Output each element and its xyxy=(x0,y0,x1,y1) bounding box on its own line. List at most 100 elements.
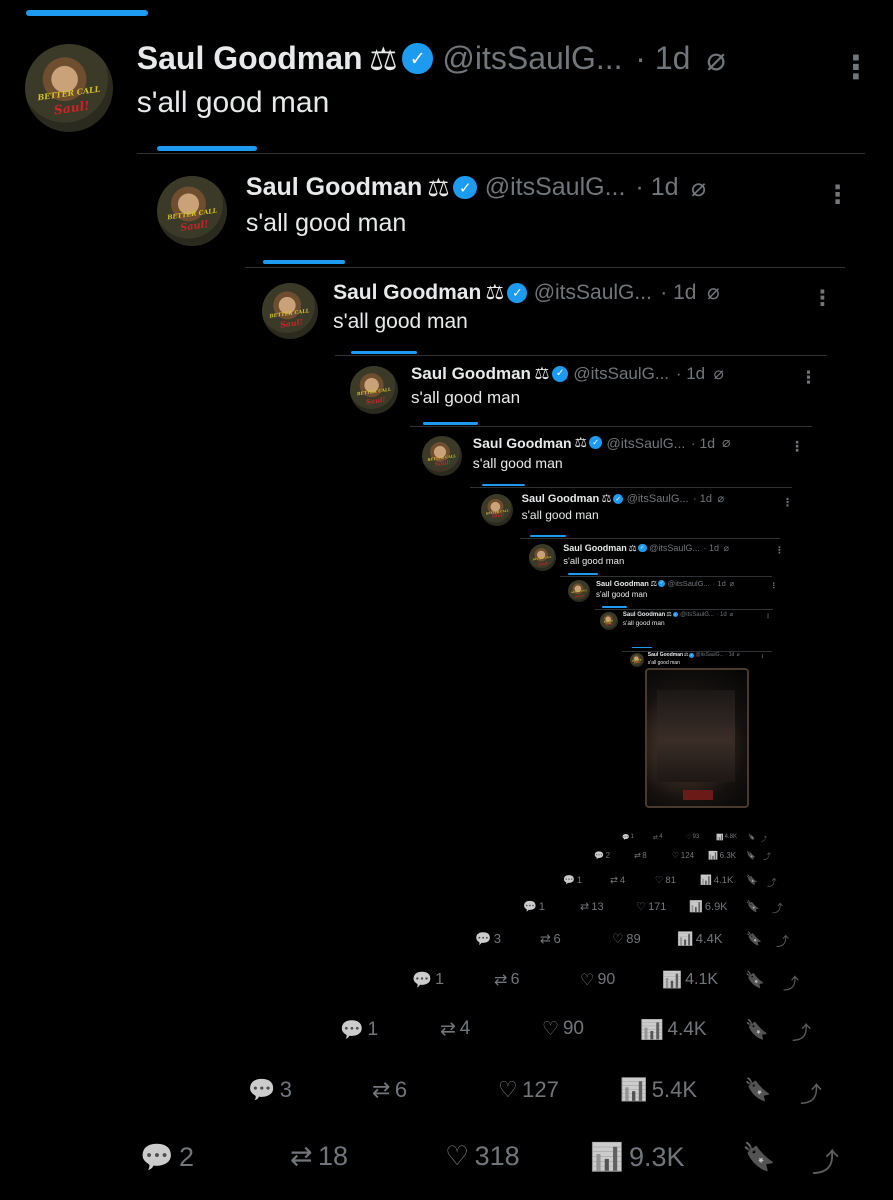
share-button[interactable]: ⤴ xyxy=(772,900,785,916)
grok-icon[interactable]: ⌀ xyxy=(724,543,729,554)
timestamp[interactable]: · 1d xyxy=(635,40,690,77)
timestamp[interactable]: · 1d xyxy=(660,281,696,305)
bookmark-button[interactable]: 🔖 xyxy=(745,1018,772,1042)
tweet[interactable]: BETTER CALL Saul! Saul Goodman ⚖ ✓ @itsSaulG.… xyxy=(262,281,720,339)
grok-icon[interactable]: ⌀ xyxy=(706,40,725,78)
like-button[interactable]: ♡ 124 xyxy=(672,851,694,860)
tweet[interactable]: BETTER CALL Saul! Saul Goodman ⚖ ✓ @itsSaulG.… xyxy=(600,612,733,630)
like-button[interactable]: ♡ 127 xyxy=(498,1077,559,1103)
timestamp[interactable]: · 1d xyxy=(713,579,726,588)
more-options-icon[interactable]: ⋮ xyxy=(775,545,784,556)
retweet-button[interactable]: ⇄ 8 xyxy=(634,851,647,860)
views-button[interactable]: 📊 9.3K xyxy=(590,1141,685,1173)
timestamp[interactable]: · 1d xyxy=(691,435,715,451)
avatar[interactable]: BETTER CALL Saul! xyxy=(600,612,618,630)
views-button[interactable]: 📊 6.3K xyxy=(708,851,736,860)
author-handle[interactable]: @itsSaulG... xyxy=(442,40,622,77)
views-button[interactable]: 📊 4.4K xyxy=(677,931,723,947)
author-name[interactable]: Saul Goodman xyxy=(411,364,531,384)
timestamp[interactable]: · 1d xyxy=(716,612,726,618)
author-handle[interactable]: @itsSaulG... xyxy=(627,493,689,505)
avatar[interactable]: BETTER CALL Saul! xyxy=(568,580,590,602)
tweet[interactable]: BETTER CALL Saul! Saul Goodman ⚖ ✓ @itsSaulG.… xyxy=(481,493,724,526)
share-button[interactable]: ⤴ xyxy=(761,834,768,843)
avatar[interactable]: BETTER CALL Saul! xyxy=(157,176,227,246)
author-name[interactable]: Saul Goodman xyxy=(137,40,363,77)
author-handle[interactable]: @itsSaulG... xyxy=(485,173,626,202)
tweet[interactable]: BETTER CALL Saul! Saul Goodman ⚖ ✓ @itsSaulG.… xyxy=(422,434,730,476)
bookmark-button[interactable]: 🔖 xyxy=(746,931,765,947)
retweet-button[interactable]: ⇄ 6 xyxy=(494,970,520,990)
views-button[interactable]: 📊 4.1K xyxy=(662,970,718,990)
share-button[interactable]: ⤴ xyxy=(776,931,792,950)
share-button[interactable]: ⤴ xyxy=(763,851,773,862)
author-handle[interactable]: @itsSaulG... xyxy=(649,543,700,553)
more-options-icon[interactable]: ⋮ xyxy=(840,48,872,86)
author-handle[interactable]: @itsSaulG... xyxy=(696,652,724,658)
grok-icon[interactable]: ⌀ xyxy=(722,434,730,451)
retweet-button[interactable]: ⇄ 13 xyxy=(580,900,604,914)
more-options-icon[interactable]: ⋮ xyxy=(765,613,771,620)
views-button[interactable]: 📊 4.1K xyxy=(700,875,733,886)
reply-button[interactable]: 💬 1 xyxy=(622,834,634,841)
author-handle[interactable]: @itsSaulG... xyxy=(680,612,714,618)
reply-button[interactable]: 💬 1 xyxy=(340,1018,378,1042)
author-name[interactable]: Saul Goodman xyxy=(473,435,572,451)
avatar[interactable]: BETTER CALL Saul! xyxy=(350,366,398,414)
grok-icon[interactable]: ⌀ xyxy=(737,652,740,658)
retweet-button[interactable]: ⇄ 6 xyxy=(540,931,561,947)
bookmark-button[interactable]: 🔖 xyxy=(748,834,757,841)
more-options-icon[interactable]: ⋮ xyxy=(790,438,804,455)
retweet-button[interactable]: ⇄ 4 xyxy=(610,875,625,886)
reply-button[interactable]: 💬 2 xyxy=(594,851,610,860)
reply-button[interactable]: 💬 1 xyxy=(523,900,545,914)
retweet-button[interactable]: ⇄ 4 xyxy=(653,834,663,841)
like-button[interactable]: ♡ 318 xyxy=(445,1141,520,1172)
embedded-video-thumbnail[interactable] xyxy=(645,668,749,808)
grok-icon[interactable]: ⌀ xyxy=(691,173,706,203)
tweet[interactable]: BETTER CALL Saul! Saul Goodman ⚖ ✓ @itsSaulG.… xyxy=(350,364,724,414)
more-options-icon[interactable]: ⋮ xyxy=(800,368,817,388)
bookmark-button[interactable]: 🔖 xyxy=(742,1141,781,1173)
more-options-icon[interactable]: ⋮ xyxy=(770,581,778,590)
avatar[interactable]: BETTER CALL Saul! xyxy=(481,494,513,526)
tweet[interactable]: BETTER CALL Saul! Saul Goodman ⚖ ✓ @itsSaulG.… xyxy=(25,40,726,132)
views-button[interactable]: 📊 5.4K xyxy=(620,1077,697,1103)
share-button[interactable]: ⤴ xyxy=(800,1077,826,1109)
retweet-button[interactable]: ⇄ 6 xyxy=(372,1077,407,1103)
author-name[interactable]: Saul Goodman xyxy=(522,493,600,505)
reply-button[interactable]: 💬 3 xyxy=(475,931,501,947)
retweet-button[interactable]: ⇄ 4 xyxy=(440,1018,470,1041)
bookmark-button[interactable]: 🔖 xyxy=(746,875,760,886)
reply-button[interactable]: 💬 3 xyxy=(248,1077,292,1103)
more-options-icon[interactable]: ⋮ xyxy=(825,180,850,210)
timestamp[interactable]: · 1d xyxy=(704,543,720,553)
retweet-button[interactable]: ⇄ 18 xyxy=(290,1141,348,1172)
avatar[interactable]: BETTER CALL Saul! xyxy=(529,544,556,571)
timestamp[interactable]: · 1d xyxy=(635,173,678,202)
share-button[interactable]: ⤴ xyxy=(783,970,802,994)
tweet[interactable]: BETTER CALL Saul! Saul Goodman ⚖ ✓ @itsSaulG.… xyxy=(529,543,729,571)
grok-icon[interactable]: ⌀ xyxy=(730,579,735,588)
like-button[interactable]: ♡ 93 xyxy=(686,834,699,841)
views-button[interactable]: 📊 6.9K xyxy=(689,900,728,914)
avatar[interactable]: BETTER CALL Saul! xyxy=(25,44,113,132)
share-button[interactable]: ⤴ xyxy=(812,1141,844,1180)
share-button[interactable]: ⤴ xyxy=(792,1018,815,1045)
more-options-icon[interactable]: ⋮ xyxy=(760,654,765,660)
author-name[interactable]: Saul Goodman xyxy=(648,652,683,658)
timestamp[interactable]: · 1d xyxy=(726,652,735,658)
avatar[interactable]: BETTER CALL Saul! xyxy=(630,653,644,667)
author-handle[interactable]: @itsSaulG... xyxy=(668,579,710,588)
author-name[interactable]: Saul Goodman xyxy=(596,579,649,588)
author-name[interactable]: Saul Goodman xyxy=(563,543,627,553)
timestamp[interactable]: · 1d xyxy=(693,493,712,505)
bookmark-button[interactable]: 🔖 xyxy=(746,900,762,913)
like-button[interactable]: ♡ 89 xyxy=(612,931,641,947)
bookmark-button[interactable]: 🔖 xyxy=(744,1077,776,1103)
author-name[interactable]: Saul Goodman xyxy=(623,612,665,618)
author-handle[interactable]: @itsSaulG... xyxy=(534,281,652,305)
author-name[interactable]: Saul Goodman xyxy=(246,173,422,202)
tweet[interactable]: BETTER CALL Saul! Saul Goodman ⚖ ✓ @itsSaulG.… xyxy=(568,579,735,602)
avatar[interactable]: BETTER CALL Saul! xyxy=(422,436,462,476)
